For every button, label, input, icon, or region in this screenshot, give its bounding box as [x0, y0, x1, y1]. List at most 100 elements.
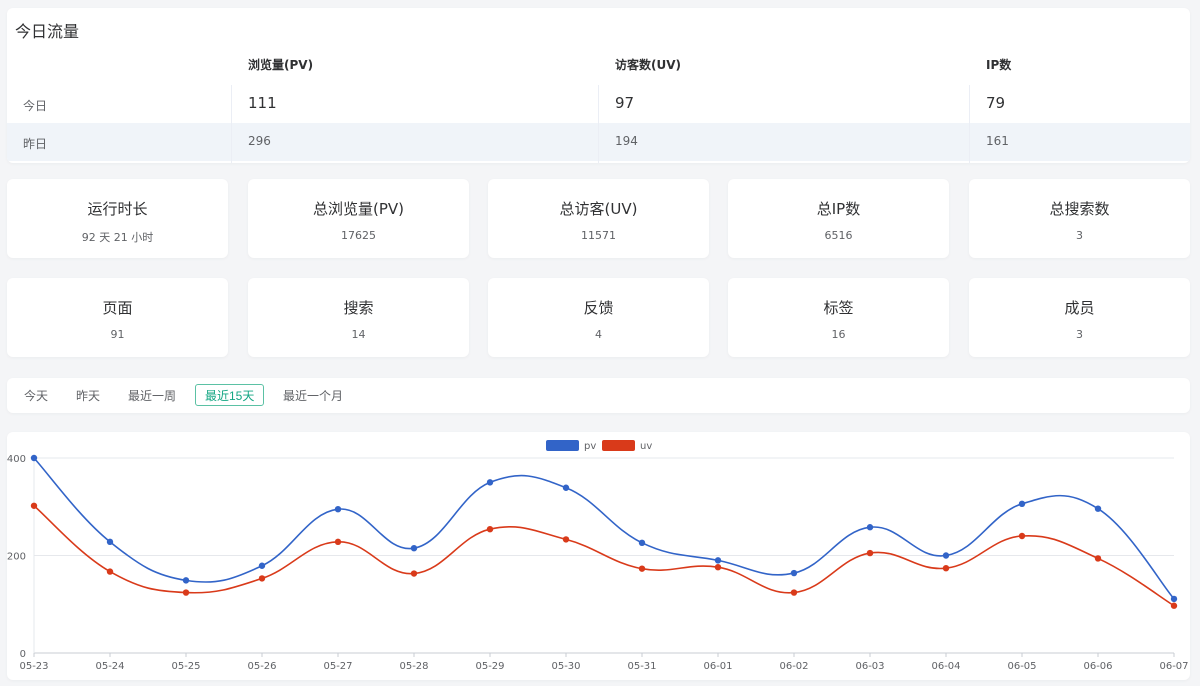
x-tick-label: 06-02 — [779, 661, 808, 672]
y-tick-label: 200 — [7, 552, 26, 563]
yesterday-ip: 161 — [986, 134, 1009, 148]
header-ip: IP数 — [986, 58, 1012, 72]
x-tick-label: 06-05 — [1007, 661, 1036, 672]
tab-today[interactable]: 今天 — [14, 384, 58, 406]
stat-value: 3 — [1076, 229, 1083, 242]
data-point-uv — [790, 589, 798, 596]
x-tick-label: 05-29 — [475, 661, 504, 672]
data-point-pv — [410, 544, 418, 552]
yesterday-uv: 194 — [615, 134, 638, 148]
data-point-uv — [258, 575, 266, 582]
today-ip: 79 — [986, 94, 1006, 112]
data-point-uv — [866, 549, 874, 557]
stat-card-total-uv: 总访客(UV) 11571 — [488, 179, 709, 258]
range-tabs: 今天 昨天 最近一周 最近15天 最近一个月 — [7, 378, 1190, 413]
data-point-pv — [182, 577, 190, 584]
x-tick-label: 05-30 — [551, 661, 580, 672]
stat-card-search: 搜索 14 — [248, 278, 469, 357]
stat-value: 14 — [351, 328, 366, 341]
data-point-uv — [334, 538, 342, 546]
x-tick-label: 06-03 — [855, 661, 884, 672]
data-point-pv — [1170, 595, 1178, 603]
stat-value: 92 天 21 小时 — [81, 231, 154, 244]
series-line-pv — [33, 457, 1175, 600]
data-point-pv — [714, 557, 722, 564]
data-point-pv — [258, 562, 266, 569]
stat-value: 3 — [1076, 328, 1083, 341]
data-point-uv — [182, 589, 190, 596]
x-tick-label: 05-27 — [323, 661, 352, 672]
data-point-pv — [790, 569, 798, 577]
stat-title: 标签 — [823, 299, 854, 317]
legend-label-pv: pv — [584, 441, 596, 452]
legend-swatch-pv — [546, 440, 579, 451]
data-point-pv — [1018, 500, 1026, 508]
x-tick-label: 06-06 — [1083, 661, 1112, 672]
stat-value: 16 — [831, 328, 846, 341]
traffic-line-chart: 0 200 400 05-23 05-24 05-25 05-26 05-27 05-28 05-… — [7, 440, 1189, 672]
stat-value: 6516 — [824, 229, 853, 242]
stat-card-pages: 页面 91 — [7, 278, 228, 357]
data-point-pv — [866, 524, 874, 531]
column-divider — [598, 85, 599, 163]
stat-card-uptime: 运行时长 92 天 21 小时 — [7, 179, 228, 258]
x-tick-label: 05-24 — [95, 661, 124, 672]
x-tick-label: 05-31 — [627, 661, 656, 672]
stat-title: 反馈 — [583, 299, 614, 317]
x-tick-label: 05-25 — [171, 661, 200, 672]
stat-value: 11571 — [581, 229, 616, 242]
stat-title: 搜索 — [343, 299, 374, 317]
data-point-pv — [106, 538, 114, 546]
data-point-uv — [486, 525, 494, 533]
stat-value: 91 — [110, 328, 125, 341]
stat-value: 17625 — [341, 229, 376, 242]
x-tick-label: 06-01 — [703, 661, 732, 672]
header-pv: 浏览量(PV) — [248, 58, 314, 72]
data-point-uv — [942, 564, 950, 572]
data-point-uv — [1094, 555, 1102, 562]
data-point-pv — [334, 505, 342, 513]
today-uv: 97 — [615, 94, 635, 112]
data-point-pv — [942, 552, 950, 559]
traffic-chart-card: 0 200 400 05-23 05-24 05-25 05-26 05-27 05-28 05-… — [7, 432, 1190, 680]
y-tick-label: 400 — [7, 454, 26, 465]
stat-card-tags: 标签 16 — [728, 278, 949, 357]
row-label: 今日 — [23, 99, 48, 113]
stat-card-feedback: 反馈 4 — [488, 278, 709, 357]
stat-card-members: 成员 3 — [969, 278, 1190, 357]
x-tick-label: 05-23 — [19, 661, 48, 672]
stat-card-total-pv: 总浏览量(PV) 17625 — [248, 179, 469, 258]
today-pv: 111 — [248, 94, 277, 112]
tab-yesterday[interactable]: 昨天 — [66, 384, 110, 406]
stat-title: 成员 — [1064, 299, 1095, 317]
tab-last-week[interactable]: 最近一周 — [118, 384, 186, 406]
data-point-uv — [562, 536, 570, 543]
tab-last-15-days[interactable]: 最近15天 — [195, 384, 265, 406]
data-point-pv — [562, 484, 570, 491]
stat-title: 总搜索数 — [1049, 200, 1110, 218]
data-point-pv — [1094, 505, 1102, 512]
stat-card-total-search: 总搜索数 3 — [969, 179, 1190, 258]
y-tick-label: 0 — [20, 649, 26, 660]
header-uv: 访客数(UV) — [615, 58, 682, 72]
data-point-uv — [1018, 532, 1026, 540]
column-divider — [969, 85, 970, 163]
stat-card-total-ip: 总IP数 6516 — [728, 179, 949, 258]
stat-title: 总浏览量(PV) — [312, 200, 404, 218]
data-point-uv — [30, 502, 38, 509]
data-point-pv — [638, 539, 646, 547]
stat-title: 总IP数 — [816, 200, 861, 218]
traffic-card: 今日流量 浏览量(PV) 访客数(UV) IP数 今日 111 97 79 昨日… — [7, 8, 1190, 163]
row-label: 昨日 — [23, 137, 48, 151]
x-tick-label: 06-07 — [1159, 661, 1188, 672]
stat-title: 页面 — [102, 299, 133, 317]
yesterday-pv: 296 — [248, 134, 271, 148]
legend-label-uv: uv — [640, 441, 652, 452]
stat-title: 总访客(UV) — [559, 200, 638, 218]
data-point-uv — [410, 570, 418, 577]
data-point-uv — [106, 568, 114, 575]
data-point-uv — [714, 564, 722, 571]
column-divider — [231, 85, 232, 163]
traffic-title: 今日流量 — [15, 22, 80, 41]
tab-last-month[interactable]: 最近一个月 — [273, 384, 353, 406]
